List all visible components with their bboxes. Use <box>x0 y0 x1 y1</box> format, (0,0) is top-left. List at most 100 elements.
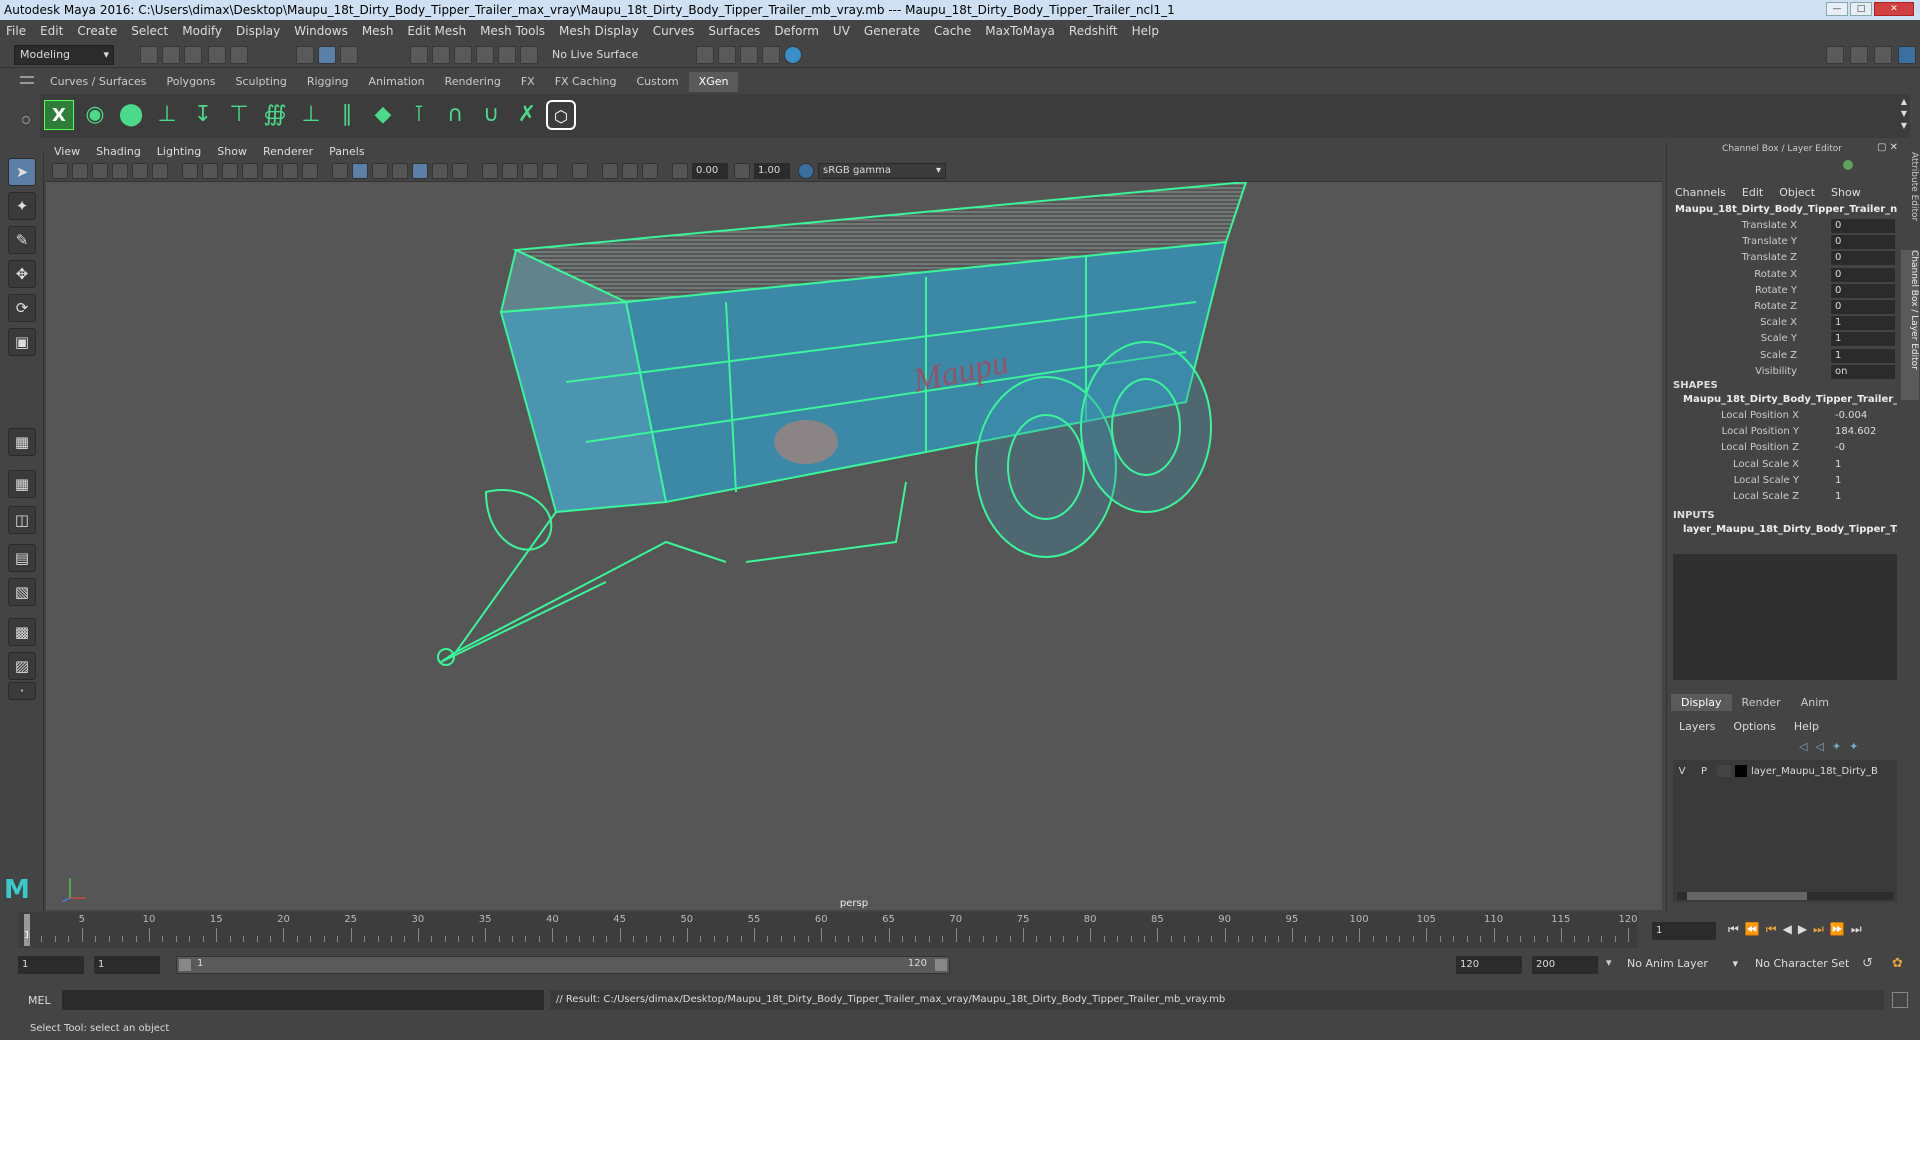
move-layer-down-icon[interactable]: ◁ <box>1815 740 1823 753</box>
menu-display[interactable]: Display <box>236 24 280 38</box>
single-perspective-icon[interactable]: ▦ <box>8 428 36 456</box>
xgen-groom-icon[interactable]: ⊥ <box>152 100 182 130</box>
scale-tool-icon[interactable]: ▣ <box>8 328 36 356</box>
step-back-icon[interactable]: ⏪ <box>1745 922 1760 937</box>
current-frame-field[interactable]: 1 <box>1652 922 1716 940</box>
hypershade-icon[interactable] <box>784 46 802 64</box>
smooth-shade-icon[interactable] <box>352 163 368 179</box>
shape-attr-value[interactable]: 1 <box>1835 459 1841 470</box>
menu-mesh[interactable]: Mesh <box>362 24 394 38</box>
snap-grid-icon[interactable] <box>410 46 428 64</box>
attr-value[interactable]: 0 <box>1835 301 1841 312</box>
xgen-interactive-groom-icon[interactable]: ⬡ <box>546 100 576 130</box>
attr-value[interactable]: on <box>1835 366 1847 377</box>
command-input[interactable] <box>62 990 544 1010</box>
channel-box-side-tab[interactable]: Channel Box / Layer Editor <box>1901 250 1919 400</box>
wireframe-on-shaded-icon[interactable] <box>392 163 408 179</box>
uv-layout-icon[interactable]: ▨ <box>8 652 36 680</box>
attr-value[interactable]: 0 <box>1835 269 1841 280</box>
xgen-editor-icon[interactable]: X <box>44 100 74 130</box>
xgen-curves-to-guides-icon[interactable]: ✗ <box>512 100 542 130</box>
float-panel-icon[interactable]: ▢ ✕ <box>1877 142 1898 153</box>
select-object-icon[interactable] <box>318 46 336 64</box>
range-end-handle[interactable] <box>935 959 947 971</box>
object-name[interactable]: Maupu_18t_Dirty_Body_Tipper_Trailer_n... <box>1675 204 1897 215</box>
redo-icon[interactable] <box>230 46 248 64</box>
channel-box-menu-channels[interactable]: Channels <box>1675 186 1726 199</box>
auto-key-icon[interactable]: ↺ <box>1862 956 1873 971</box>
attr-value[interactable]: 0 <box>1835 285 1841 296</box>
new-empty-layer-icon[interactable]: ✦ <box>1832 740 1841 753</box>
layout-options-icon[interactable]: · <box>8 682 36 700</box>
shape-attr-value[interactable]: 184.602 <box>1835 426 1876 437</box>
shelf-tab-xgen[interactable]: XGen <box>688 72 739 92</box>
menu-mesh-tools[interactable]: Mesh Tools <box>480 24 545 38</box>
exposure-icon[interactable] <box>672 163 688 179</box>
shelf-tab-fx-caching[interactable]: FX Caching <box>545 72 627 92</box>
undo-icon[interactable] <box>208 46 226 64</box>
shelf-tab-sculpting[interactable]: Sculpting <box>225 72 296 92</box>
layer-playback-toggle[interactable]: P <box>1695 766 1713 777</box>
mode-dropdown[interactable]: Modeling ▾ <box>14 45 114 65</box>
menu-select[interactable]: Select <box>131 24 168 38</box>
shape-attr-value[interactable]: 1 <box>1835 491 1841 502</box>
script-editor-icon[interactable] <box>1892 992 1908 1008</box>
toggle-tool-settings-icon[interactable] <box>1874 46 1892 64</box>
channel-box-menu-object[interactable]: Object <box>1779 186 1815 199</box>
go-to-end-icon[interactable]: ⏭ <box>1851 922 1862 937</box>
xgen-lock-length-icon[interactable]: ⊥ <box>296 100 326 130</box>
paint-select-icon[interactable]: ✎ <box>8 226 36 254</box>
xgen-cut-icon[interactable]: ∩ <box>440 100 470 130</box>
layer-visibility-toggle[interactable]: V <box>1673 766 1691 777</box>
xgen-sculpt-guide-icon[interactable]: ∰ <box>260 100 290 130</box>
menu-edit-mesh[interactable]: Edit Mesh <box>407 24 466 38</box>
use-default-material-icon[interactable] <box>372 163 388 179</box>
playback-start-field[interactable]: 1 <box>94 956 160 974</box>
menu-maxtomaya[interactable]: MaxToMaya <box>985 24 1055 38</box>
command-language-label[interactable]: MEL <box>28 994 51 1007</box>
shelf-tab-fx[interactable]: FX <box>511 72 545 92</box>
xray-icon[interactable] <box>602 163 618 179</box>
playback-end-field[interactable]: 120 <box>1456 956 1522 974</box>
select-component-icon[interactable] <box>340 46 358 64</box>
two-view-layout-icon[interactable]: ◫ <box>8 506 36 534</box>
input-name[interactable]: layer_Maupu_18t_Dirty_Body_Tipper_T... <box>1683 524 1897 535</box>
xgen-guides-to-curves-icon[interactable]: ∪ <box>476 100 506 130</box>
anim-prefs-icon[interactable]: ✿ <box>1892 956 1903 971</box>
hypershade-layout-icon[interactable]: ▩ <box>8 618 36 646</box>
motion-blur-icon[interactable] <box>502 163 518 179</box>
live-surface-label[interactable]: No Live Surface <box>552 48 638 61</box>
resolution-gate-icon[interactable] <box>222 163 238 179</box>
layer-editor-menu-options[interactable]: Options <box>1733 720 1775 733</box>
menu-mesh-display[interactable]: Mesh Display <box>559 24 639 38</box>
range-start-handle[interactable] <box>179 959 191 971</box>
shelf-tab-rendering[interactable]: Rendering <box>435 72 511 92</box>
play-forwards-icon[interactable]: ▶ <box>1798 922 1807 937</box>
menu-create[interactable]: Create <box>77 24 117 38</box>
bookmark-icon[interactable] <box>92 163 108 179</box>
step-forward-icon[interactable]: ⏩ <box>1830 922 1845 937</box>
layer-type-toggle[interactable] <box>1717 765 1731 777</box>
attr-value[interactable]: 1 <box>1835 333 1841 344</box>
minimize-button[interactable]: — <box>1826 2 1848 16</box>
menu-windows[interactable]: Windows <box>294 24 348 38</box>
view-transform-dropdown[interactable]: sRGB gamma ▾ <box>818 163 946 179</box>
viewport-menu-renderer[interactable]: Renderer <box>263 145 313 158</box>
layer-editor-tab-render[interactable]: Render <box>1732 694 1791 711</box>
select-hierarchy-icon[interactable] <box>296 46 314 64</box>
menu-deform[interactable]: Deform <box>774 24 819 38</box>
safe-action-icon[interactable] <box>282 163 298 179</box>
xgen-layers-icon[interactable]: ◆ <box>368 100 398 130</box>
gamma-field[interactable]: 1.00 <box>754 163 790 179</box>
exposure-field[interactable]: 0.00 <box>692 163 728 179</box>
layer-editor-menu-layers[interactable]: Layers <box>1679 720 1715 733</box>
menu-file[interactable]: File <box>6 24 26 38</box>
screen-space-ao-icon[interactable] <box>482 163 498 179</box>
toggle-attribute-editor-icon[interactable] <box>1850 46 1868 64</box>
xgen-place-guide-icon[interactable]: ↧ <box>188 100 218 130</box>
film-gate-icon[interactable] <box>202 163 218 179</box>
close-button[interactable]: ✕ <box>1874 2 1914 16</box>
snap-surface-icon[interactable] <box>498 46 516 64</box>
new-layer-selected-icon[interactable]: ✦ <box>1849 740 1858 753</box>
snap-curve-icon[interactable] <box>432 46 450 64</box>
